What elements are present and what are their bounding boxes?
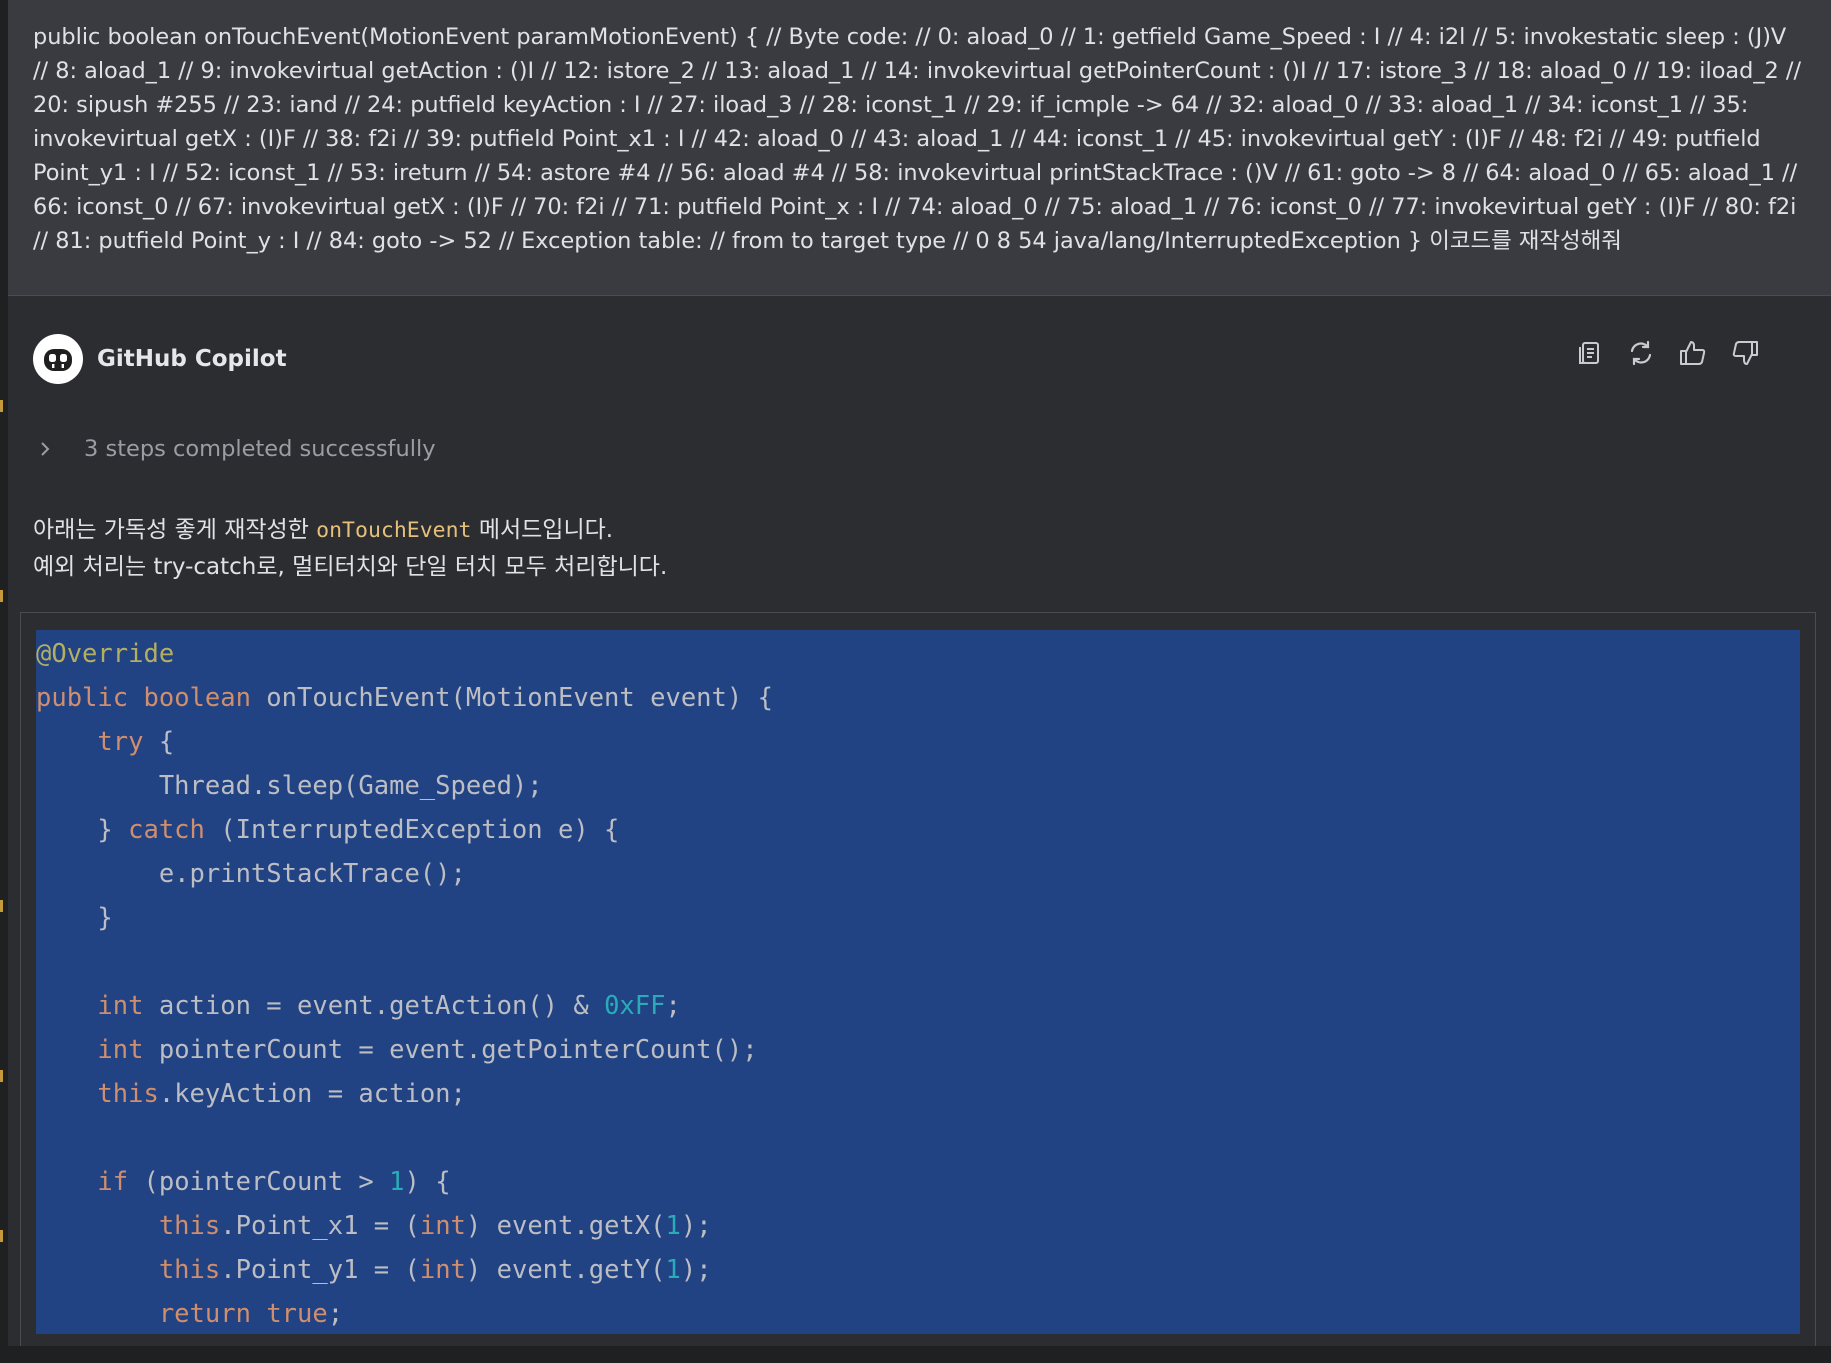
code-token: int [97,991,144,1021]
code-line: int pointerCount = event.getPointerCount… [36,1028,1800,1072]
refresh-icon [1630,340,1652,366]
code-token: int [419,1255,466,1285]
code-token: return [158,1299,251,1329]
thumbs-down-button[interactable] [1726,334,1764,372]
code-token: this [97,1079,159,1109]
code-token: true [266,1299,328,1329]
code-token: @Override [36,639,175,669]
code-token: { [143,727,175,757]
code-token: onTouchEvent(MotionEvent event) { [250,683,773,713]
code-token: ) event.getX( [465,1211,666,1241]
code-token: ) { [404,1167,451,1197]
code-token: pointerCount = event.getPointerCount(); [143,1035,758,1065]
code-token: .keyAction = action; [158,1079,466,1109]
code-token: if [97,1167,129,1197]
code-line: return true; [36,1292,1800,1334]
user-prompt-text: public boolean onTouchEvent(MotionEvent … [33,24,1801,254]
code-token: .Point_y1 = ( [220,1255,420,1285]
code-content[interactable]: @Override public boolean onTouchEvent(Mot… [36,630,1800,1334]
copy-icon [1579,342,1599,364]
code-line: @Override [36,632,1800,676]
copilot-chat-panel: public boolean onTouchEvent(MotionEvent … [0,0,1831,1363]
code-token: public [36,683,129,713]
steps-status-label: 3 steps completed successfully [84,436,436,462]
copilot-icon [33,334,83,384]
user-prompt-message[interactable]: public boolean onTouchEvent(MotionEvent … [8,0,1831,296]
code-token: this [158,1211,221,1241]
code-token: 1 [389,1167,405,1197]
code-token: int [419,1211,466,1241]
thumbs-up-button[interactable] [1674,334,1712,372]
code-line: public boolean onTouchEvent(MotionEvent … [36,676,1800,720]
gutter-marker [0,1230,3,1242]
regenerate-button[interactable] [1622,334,1660,372]
code-line: e.printStackTrace(); [36,852,1800,896]
code-token: this [158,1255,221,1285]
code-token: e.printStackTrace(); [36,859,466,889]
code-token: .Point_x1 = ( [220,1211,420,1241]
code-line: } [36,896,1800,940]
code-token: try [97,727,144,757]
code-token: int [97,1035,144,1065]
code-selection[interactable]: @Override public boolean onTouchEvent(Mot… [36,630,1800,1334]
description-text: 아래는 가독성 좋게 재작성한 [33,517,317,543]
inline-code: onTouchEvent [316,518,472,543]
assistant-header: GitHub Copilot [33,333,287,385]
code-token: boolean [143,683,251,713]
steps-toggle[interactable]: 3 steps completed successfully [38,436,436,462]
description-line-2: 예외 처리는 try-catch로, 멀티터치와 단일 터치 모두 처리합니다. [33,554,668,580]
code-line: try { [36,720,1800,764]
assistant-description: 아래는 가독성 좋게 재작성한 onTouchEvent 메서드입니다. 예외 … [33,512,667,585]
code-token: ); [680,1211,712,1241]
copy-button[interactable] [1570,334,1608,372]
code-line: } catch (InterruptedException e) { [36,808,1800,852]
code-token: } [36,815,129,845]
assistant-name: GitHub Copilot [97,346,287,372]
gutter-marker [0,1070,3,1082]
thumbs-up-icon [1680,341,1706,365]
code-token: ; [327,1299,344,1329]
editor-gutter [0,0,8,1363]
description-line-1: 아래는 가독성 좋게 재작성한 onTouchEvent 메서드입니다. [33,512,667,549]
code-line: this.Point_x1 = (int) event.getX(1); [36,1204,1800,1248]
code-token: (pointerCount > [128,1167,390,1197]
chevron-right-icon [38,436,58,462]
code-token: 1 [665,1211,681,1241]
code-token: 1 [665,1255,681,1285]
thumbs-down-icon [1732,341,1758,365]
code-line: int action = event.getAction() & 0xFF; [36,984,1800,1028]
code-token: catch [128,815,205,845]
code-token: 0xFF [604,991,666,1021]
code-token: Thread.sleep(Game_Speed); [36,771,543,801]
code-line: Thread.sleep(Game_Speed); [36,764,1800,808]
gutter-marker [0,590,3,602]
message-actions [1570,334,1764,372]
code-token: ); [680,1255,712,1285]
code-line: this.keyAction = action; [36,1072,1800,1116]
gutter-marker [0,900,3,912]
code-token: ) event.getY( [465,1255,666,1285]
code-token: ; [665,991,681,1021]
code-token: action = event.getAction() & [143,991,605,1021]
gutter-marker [0,400,3,412]
code-line: if (pointerCount > 1) { [36,1160,1800,1204]
code-line: this.Point_y1 = (int) event.getY(1); [36,1248,1800,1292]
code-token: } [36,903,113,933]
description-text: 메서드입니다. [471,517,614,543]
code-token: (InterruptedException e) { [204,815,620,845]
panel-bottom-edge [8,1346,1831,1363]
